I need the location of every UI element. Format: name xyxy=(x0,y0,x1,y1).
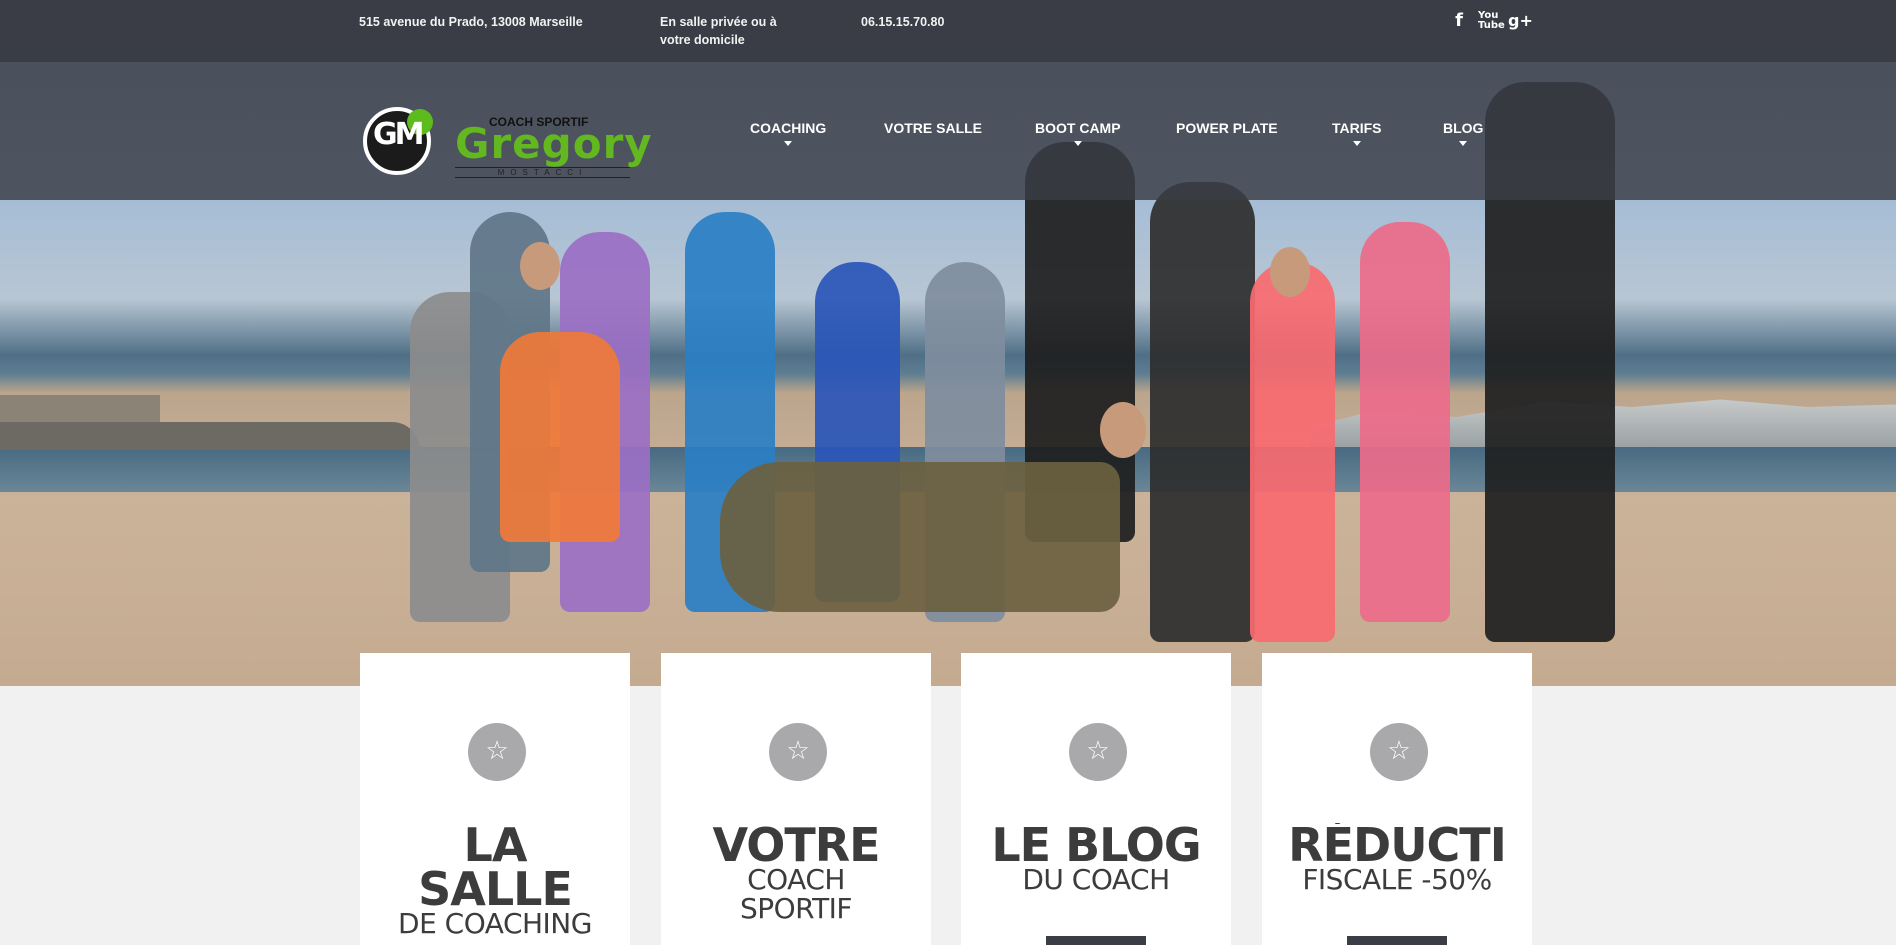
star-icon: ☆ xyxy=(1370,723,1428,781)
hero-rocks xyxy=(0,422,420,450)
facebook-icon[interactable]: f xyxy=(1452,10,1466,31)
card-reduction[interactable]: ☆ RÉDUCTI FISCALE -50% xyxy=(1262,653,1532,945)
phone-number[interactable]: 06.15.15.70.80 xyxy=(861,13,944,31)
caret-down-icon xyxy=(1459,141,1468,146)
hero-person xyxy=(1250,262,1335,642)
logo-surname: MOSTACCI xyxy=(455,167,630,178)
card-title: SALLE xyxy=(418,867,573,911)
hero-person xyxy=(1150,182,1255,642)
card-subtitle: COACH xyxy=(747,863,845,896)
nav-label: POWER PLATE xyxy=(1176,120,1278,136)
star-icon: ☆ xyxy=(1069,723,1127,781)
nav-item-votre-salle[interactable]: VOTRE SALLE xyxy=(884,120,982,136)
nav-item-coaching[interactable]: COACHING xyxy=(750,120,827,146)
card-subtitle: FISCALE -50% xyxy=(1302,863,1492,896)
card-title: LE BLOG xyxy=(991,823,1201,867)
nav-label: COACHING xyxy=(750,120,827,136)
star-icon: ☆ xyxy=(468,723,526,781)
card-button[interactable] xyxy=(1347,936,1447,945)
google-plus-icon[interactable]: g+ xyxy=(1508,11,1533,30)
card-votre-coach[interactable]: ☆ VOTRE COACH SPORTIF xyxy=(661,653,931,945)
nav-item-blog[interactable]: BLOG xyxy=(1443,120,1484,146)
card-title: VOTRE xyxy=(712,823,880,867)
nav-item-power-plate[interactable]: POWER PLATE xyxy=(1176,120,1278,136)
nav-label: VOTRE SALLE xyxy=(884,120,983,136)
top-bar: 515 avenue du Prado, 13008 Marseille En … xyxy=(0,0,1896,62)
hero-head xyxy=(1270,247,1310,297)
nav-item-tarifs[interactable]: TARIFS xyxy=(1332,120,1382,146)
hero-person xyxy=(1360,222,1450,622)
hero-jetty xyxy=(0,395,160,425)
hero-person xyxy=(720,462,1120,612)
caret-down-icon xyxy=(1352,141,1361,146)
caret-down-icon xyxy=(784,141,793,146)
address-text: 515 avenue du Prado, 13008 Marseille xyxy=(359,15,583,29)
hero-person xyxy=(500,332,620,542)
card-title: LA xyxy=(463,823,528,867)
card-la-salle[interactable]: ☆ LA SALLE DE COACHING xyxy=(360,653,630,945)
logo-monogram: GM xyxy=(373,117,425,152)
card-subtitle: DU COACH xyxy=(1022,863,1170,896)
card-title: RÉDUCTI xyxy=(1288,823,1507,867)
site-logo[interactable]: GM COACH SPORTIF Gregory MOSTACCI xyxy=(363,103,652,183)
caret-down-icon xyxy=(1073,141,1082,146)
nav-label: BOOT CAMP xyxy=(1035,120,1121,136)
card-subtitle: DE COACHING xyxy=(398,907,592,940)
card-le-blog[interactable]: ☆ LE BLOG DU COACH xyxy=(961,653,1231,945)
card-button[interactable] xyxy=(1046,936,1146,945)
social-links: f You Tube g+ xyxy=(1452,10,1533,31)
salle-text: En salle privée ou à votre domicile xyxy=(660,15,777,47)
nav-label: TARIFS xyxy=(1332,120,1382,136)
nav-label: BLOG xyxy=(1443,120,1484,136)
star-icon: ☆ xyxy=(769,723,827,781)
logo-name: Gregory xyxy=(455,119,653,168)
hero-head xyxy=(1100,402,1146,458)
nav-item-boot-camp[interactable]: BOOT CAMP xyxy=(1035,120,1121,146)
hero-head xyxy=(520,242,560,290)
youtube-icon[interactable]: You Tube xyxy=(1478,10,1505,31)
card-subtitle: SPORTIF xyxy=(739,892,853,925)
